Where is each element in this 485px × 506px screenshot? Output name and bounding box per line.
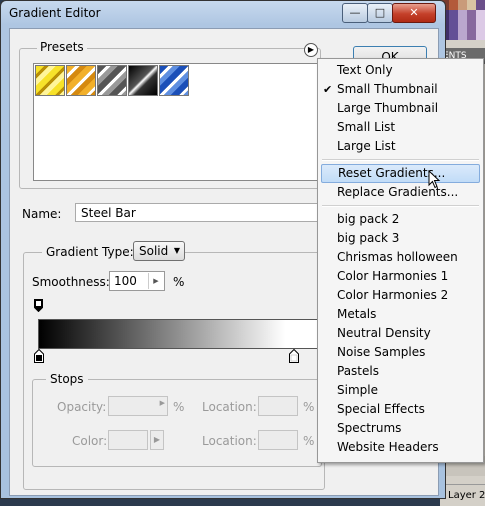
menu-item-neutral-density[interactable]: Neutral Density	[321, 324, 480, 343]
smoothness-slider-arrow-icon[interactable]: ▶	[148, 273, 163, 289]
menu-item-reset-gradients[interactable]: Reset Gradients...	[321, 164, 480, 183]
menu-item-label: Color Harmonies 1	[337, 269, 449, 283]
menu-item-large-thumbnail[interactable]: Large Thumbnail	[321, 99, 480, 118]
menu-item-label: Metals	[337, 307, 377, 321]
gradient-type-value: Solid	[139, 244, 169, 258]
menu-separator	[322, 205, 479, 207]
opacity-arrow-icon: ▶	[159, 399, 165, 407]
name-input[interactable]: Steel Bar	[75, 203, 325, 222]
gradient-type-select[interactable]: Solid ▼	[133, 241, 185, 261]
menu-item-noise-samples[interactable]: Noise Samples	[321, 343, 480, 362]
name-label: Name:	[22, 207, 62, 221]
menu-item-large-list[interactable]: Large List	[321, 137, 480, 156]
presets-list[interactable]	[33, 63, 320, 181]
menu-item-small-list[interactable]: Small List	[321, 118, 480, 137]
menu-item-label: Text Only	[337, 63, 393, 77]
stops-group	[32, 379, 322, 467]
close-button[interactable]: ✕	[392, 3, 436, 23]
smoothness-input[interactable]: 100 ▶	[109, 271, 165, 291]
menu-item-label: big pack 2	[337, 212, 400, 226]
opacity-stop-icon[interactable]	[34, 299, 43, 312]
preset-swatch-steel-bar[interactable]	[128, 65, 158, 96]
menu-item-label: Noise Samples	[337, 345, 426, 359]
menu-item-spectrums[interactable]: Spectrums	[321, 419, 480, 438]
color-location-input[interactable]	[258, 430, 298, 450]
opacity-label: Opacity:	[57, 400, 107, 414]
menu-item-label: Website Headers	[337, 440, 439, 454]
gradient-preview-bar[interactable]	[38, 319, 320, 349]
menu-item-label: Small List	[337, 120, 396, 134]
presets-context-menu: Text Only ✔ Small Thumbnail Large Thumbnail…	[317, 58, 484, 463]
menu-item-color-harmonies-1[interactable]: Color Harmonies 1	[321, 267, 480, 286]
menu-item-big-pack-2[interactable]: big pack 2	[321, 210, 480, 229]
menu-item-label: Special Effects	[337, 402, 425, 416]
menu-item-color-harmonies-2[interactable]: Color Harmonies 2	[321, 286, 480, 305]
menu-item-label: Large List	[337, 139, 396, 153]
color-picker-arrow-icon[interactable]: ▶	[150, 430, 164, 450]
menu-item-replace-gradients[interactable]: Replace Gradients...	[321, 183, 480, 202]
menu-item-website-headers[interactable]: Website Headers	[321, 438, 480, 457]
maximize-button[interactable]: □	[367, 3, 393, 23]
opacity-unit: %	[173, 400, 185, 414]
mouse-cursor-icon	[428, 170, 441, 189]
checkmark-icon: ✔	[323, 83, 333, 96]
preset-swatch-blue-stripes[interactable]	[159, 65, 189, 96]
color-label: Color:	[72, 434, 108, 448]
menu-item-special-effects[interactable]: Special Effects	[321, 400, 480, 419]
menu-item-label: Chrismas holloween	[337, 250, 458, 264]
minimize-button[interactable]: —	[342, 3, 368, 23]
menu-item-small-thumbnail[interactable]: ✔ Small Thumbnail	[321, 80, 480, 99]
color-stop-white-icon[interactable]	[289, 349, 299, 363]
menu-item-label: Pastels	[337, 364, 379, 378]
smoothness-unit: %	[173, 275, 185, 289]
menu-item-chrismas-holloween[interactable]: Chrismas holloween	[321, 248, 480, 267]
preset-swatch-gold-stripes[interactable]	[35, 65, 65, 96]
opacity-location-unit: %	[303, 400, 315, 414]
smoothness-value: 100	[114, 274, 137, 288]
menu-item-label: big pack 3	[337, 231, 400, 245]
menu-item-big-pack-3[interactable]: big pack 3	[321, 229, 480, 248]
color-location-label: Location:	[202, 434, 257, 448]
preset-swatch-gray-stripes[interactable]	[97, 65, 127, 96]
background-swatches-row	[440, 10, 485, 40]
background-layer-row[interactable]: Layer 2	[440, 484, 485, 506]
chevron-down-icon: ▼	[173, 246, 180, 255]
menu-item-simple[interactable]: Simple	[321, 381, 480, 400]
presets-menu-arrow-icon[interactable]: ▶	[304, 43, 318, 57]
title-bar[interactable]: Gradient Editor — □ ✕	[1, 1, 445, 27]
menu-item-pastels[interactable]: Pastels	[321, 362, 480, 381]
menu-item-label: Small Thumbnail	[337, 82, 438, 96]
smoothness-label: Smoothness:	[32, 275, 110, 289]
window-title: Gradient Editor	[9, 6, 101, 20]
preset-swatch-orange-stripes[interactable]	[66, 65, 96, 96]
stops-label: Stops	[46, 372, 88, 386]
menu-item-metals[interactable]: Metals	[321, 305, 480, 324]
opacity-input[interactable]: ▶	[108, 396, 168, 416]
menu-item-label: Simple	[337, 383, 378, 397]
opacity-location-input[interactable]	[258, 396, 298, 416]
gradient-type-label: Gradient Type:	[42, 245, 138, 259]
menu-separator	[322, 159, 479, 161]
color-location-unit: %	[303, 434, 315, 448]
menu-item-label: Color Harmonies 2	[337, 288, 449, 302]
opacity-location-label: Location:	[202, 400, 257, 414]
menu-item-label: Neutral Density	[337, 326, 431, 340]
color-stop-black-icon[interactable]	[34, 349, 44, 363]
menu-item-text-only[interactable]: Text Only	[321, 61, 480, 80]
menu-item-label: Large Thumbnail	[337, 101, 439, 115]
color-swatch[interactable]	[108, 430, 148, 450]
presets-label: Presets	[37, 40, 87, 54]
menu-item-label: Spectrums	[337, 421, 402, 435]
